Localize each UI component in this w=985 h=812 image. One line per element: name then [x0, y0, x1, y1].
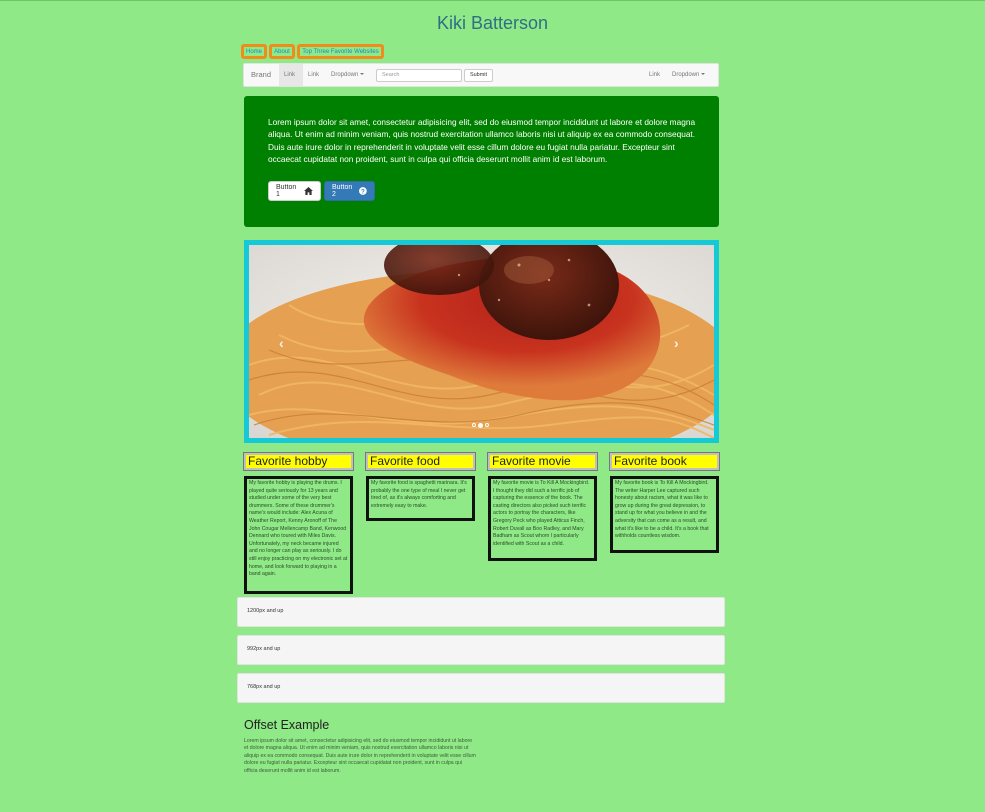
search-input[interactable]: Search [376, 69, 462, 82]
button-2[interactable]: Button 2 ? [324, 181, 375, 201]
well-1200px: 1200px and up [237, 597, 725, 627]
carousel-prev-icon[interactable]: ‹ [279, 335, 284, 351]
favorite-hobby-text: My favorite hobby is playing the drums. … [244, 476, 353, 594]
chevron-down-icon [360, 73, 365, 76]
carousel-next-icon[interactable]: › [674, 335, 679, 351]
favorite-hobby-title: Favorite hobby [243, 452, 354, 471]
favorite-food-title: Favorite food [365, 452, 476, 471]
navbar-dropdown[interactable]: Dropdown [331, 72, 365, 78]
favorite-movie-title: Favorite movie [487, 452, 598, 471]
jumbotron: Lorem ipsum dolor sit amet, consectetur … [244, 96, 719, 227]
jumbotron-text: Lorem ipsum dolor sit amet, consectetur … [268, 117, 696, 164]
favorite-food-text: My favorite food is spaghetti marinara. … [366, 476, 475, 521]
favorite-book-text: My favorite book is To Kill A Mockingbir… [610, 476, 719, 553]
navbar-right-link[interactable]: Link [649, 72, 660, 78]
chevron-down-icon [701, 73, 706, 76]
home-icon [304, 187, 313, 195]
pill-nav-about[interactable]: About [269, 44, 295, 59]
carousel-image-spaghetti: ‹ › [249, 245, 714, 438]
navbar: Brand Link Link Dropdown Search Submit L… [243, 63, 719, 87]
navbar-link-2[interactable]: Link [308, 72, 319, 78]
pill-nav-home[interactable]: Home [241, 44, 267, 59]
carousel-indicator-2[interactable] [478, 422, 483, 428]
navbar-dropdown-label: Dropdown [331, 72, 359, 78]
pill-nav-top-three-websites[interactable]: Top Three Favorite Websites [297, 44, 384, 59]
carousel-indicators [472, 422, 489, 428]
button-1-label: Button 1 [276, 184, 297, 198]
navbar-right-dropdown-label: Dropdown [672, 72, 700, 78]
well-768px: 768px and up [237, 673, 725, 703]
navbar-link-1[interactable]: Link [284, 72, 295, 78]
well-992px: 992px and up [237, 635, 725, 665]
page-title: Kiki Batterson [436, 13, 549, 33]
image-carousel: ‹ › [244, 240, 719, 443]
button-1[interactable]: Button 1 [268, 181, 321, 201]
favorite-movie-text: My favorite movie is To Kill A Mockingbi… [488, 476, 597, 561]
question-circle-icon: ? [359, 187, 367, 195]
navbar-right-dropdown[interactable]: Dropdown [672, 72, 706, 78]
favorite-book-title: Favorite book [609, 452, 720, 471]
carousel-indicator-3[interactable] [485, 423, 489, 427]
navbar-brand[interactable]: Brand [251, 70, 271, 79]
carousel-indicator-1[interactable] [472, 423, 476, 427]
button-2-label: Button 2 [332, 184, 353, 198]
svg-text:?: ? [361, 188, 365, 195]
submit-button[interactable]: Submit [464, 69, 493, 82]
offset-example-text: Lorem ipsum dolor sit amet, consectetur … [244, 738, 476, 774]
offset-example-title: Offset Example [244, 718, 330, 732]
